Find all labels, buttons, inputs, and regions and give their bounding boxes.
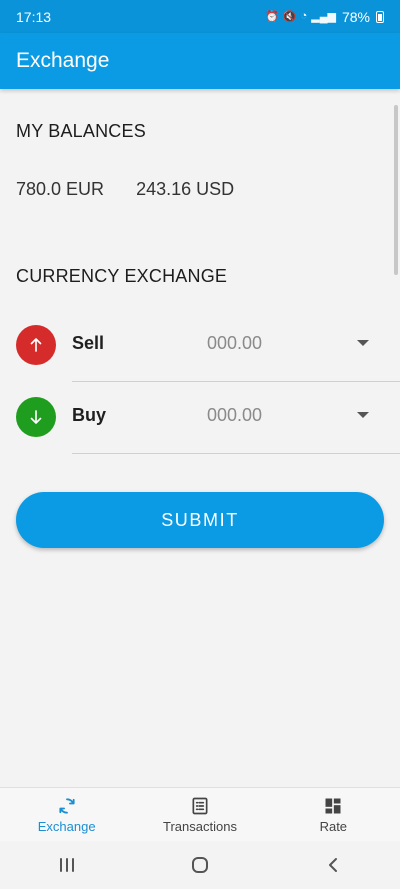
balances-list: 780.0 EUR 243.16 USD bbox=[16, 179, 234, 200]
nav-rate-label: Rate bbox=[319, 818, 348, 834]
divider bbox=[72, 453, 400, 454]
sell-row: Sell 000.00 bbox=[0, 312, 400, 382]
buy-label: Buy bbox=[72, 405, 107, 425]
battery-percent: 78% bbox=[341, 8, 370, 25]
mute-icon: 🔇 bbox=[282, 11, 297, 23]
sell-indicator bbox=[16, 325, 56, 365]
buy-amount-input[interactable]: 000.00 bbox=[207, 405, 262, 426]
nav-exchange-label: Exchange bbox=[37, 818, 96, 834]
buy-indicator bbox=[16, 397, 56, 437]
sync-icon bbox=[57, 796, 77, 816]
back-button[interactable] bbox=[303, 856, 363, 874]
nav-transactions[interactable]: Transactions bbox=[133, 788, 266, 841]
status-time: 17:13 bbox=[16, 8, 52, 25]
wifi-icon: ◔ bbox=[300, 10, 308, 22]
content-area: MY BALANCES 780.0 EUR 243.16 USD CURRENC… bbox=[0, 89, 400, 787]
exchange-title: CURRENCY EXCHANGE bbox=[16, 266, 228, 286]
arrow-up-icon bbox=[30, 338, 42, 352]
recents-icon bbox=[59, 858, 74, 872]
recent-apps-button[interactable] bbox=[37, 857, 97, 873]
sell-currency-dropdown[interactable] bbox=[356, 336, 370, 350]
back-icon bbox=[329, 858, 338, 872]
balance-eur: 780.0 EUR bbox=[16, 179, 105, 199]
status-icons: ⏰ 🔇 ◔ ▂▄▆ bbox=[265, 10, 336, 23]
sell-label: Sell bbox=[72, 333, 105, 353]
app-bar: Exchange bbox=[0, 33, 400, 89]
submit-button[interactable]: SUBMIT bbox=[16, 492, 384, 548]
bottom-nav: Exchange Transactions Rate bbox=[0, 787, 400, 841]
balances-title: MY BALANCES bbox=[16, 121, 146, 141]
status-indicators: ⏰ 🔇 ◔ ▂▄▆ 78% bbox=[265, 9, 384, 25]
sell-amount-input[interactable]: 000.00 bbox=[207, 333, 262, 354]
divider bbox=[72, 381, 400, 382]
battery-icon bbox=[376, 10, 384, 23]
signal-icon: ▂▄▆ bbox=[311, 11, 336, 23]
home-button[interactable] bbox=[170, 856, 230, 874]
home-icon bbox=[191, 857, 208, 873]
arrow-down-icon bbox=[30, 410, 42, 424]
list-icon bbox=[190, 796, 210, 816]
status-bar: 17:13 ⏰ 🔇 ◔ ▂▄▆ 78% bbox=[0, 0, 400, 33]
nav-transactions-label: Transactions bbox=[163, 818, 237, 834]
buy-row: Buy 000.00 bbox=[0, 384, 400, 454]
nav-exchange[interactable]: Exchange bbox=[0, 788, 133, 841]
alarm-icon: ⏰ bbox=[265, 11, 279, 23]
scrollbar[interactable] bbox=[394, 105, 398, 275]
system-nav bbox=[0, 841, 400, 889]
page-title: Exchange bbox=[16, 49, 110, 72]
nav-rate[interactable]: Rate bbox=[267, 788, 400, 841]
buy-currency-dropdown[interactable] bbox=[356, 408, 370, 422]
balance-usd: 243.16 USD bbox=[136, 179, 235, 199]
dashboard-icon bbox=[323, 796, 343, 816]
